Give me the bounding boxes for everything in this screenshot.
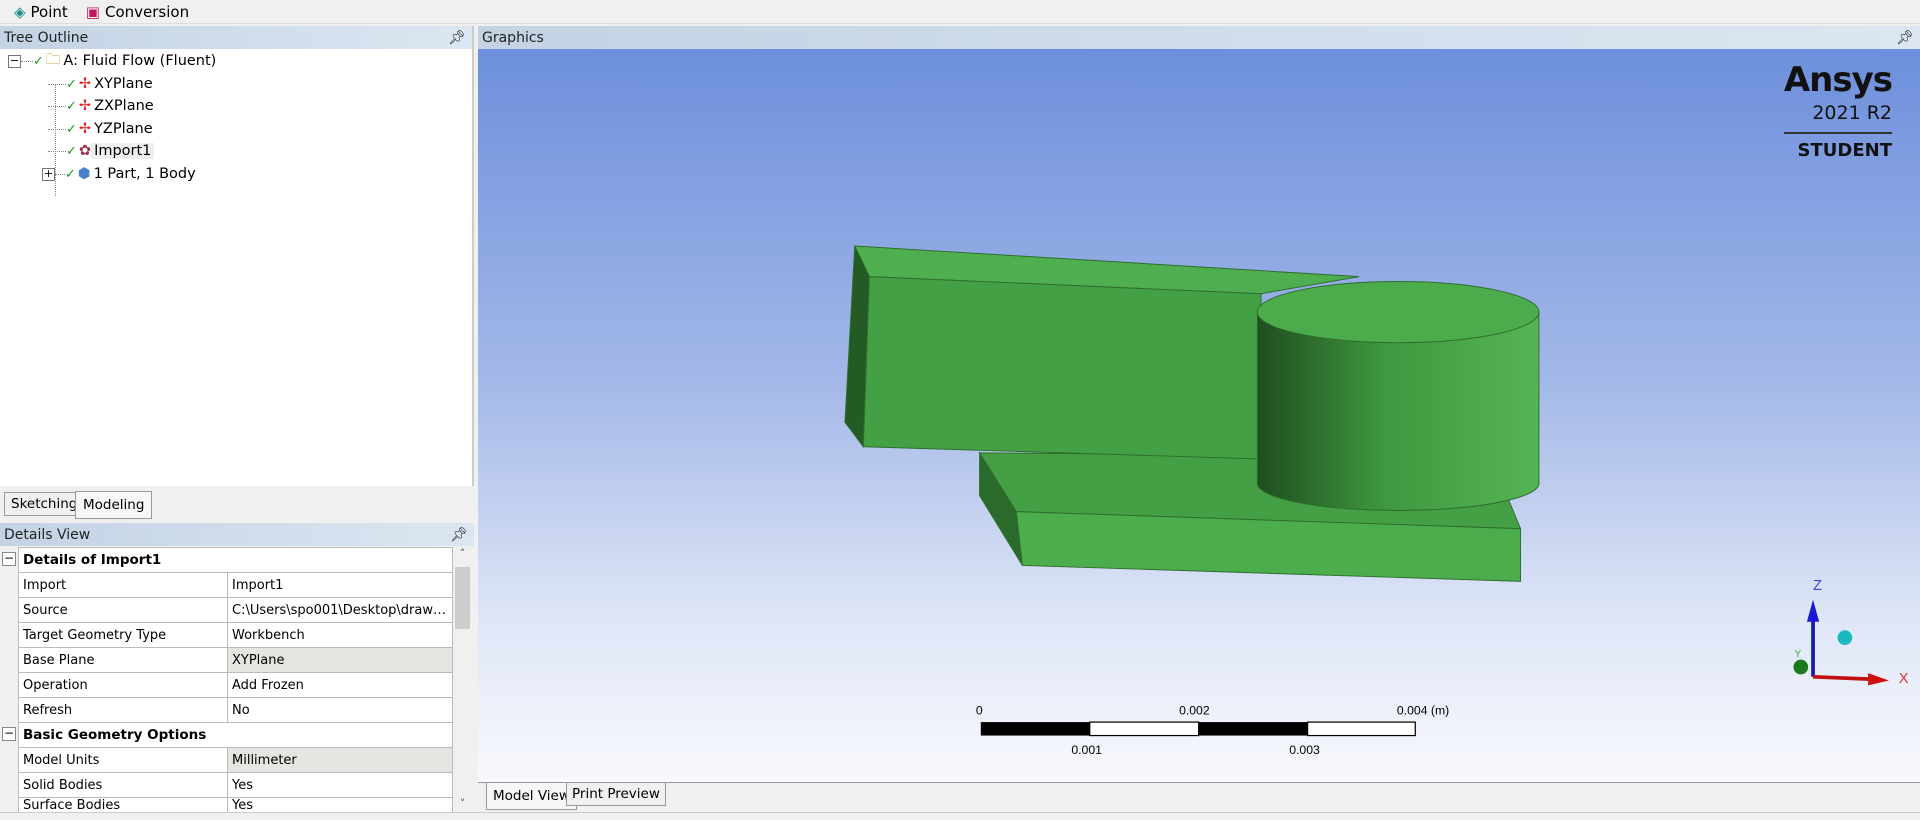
tree-item-import1[interactable]: ✓ ✿ Import1 (48, 140, 155, 162)
table-row[interactable]: Solid Bodies Yes (18, 772, 453, 798)
scroll-thumb[interactable] (455, 567, 470, 629)
table-row[interactable]: Model Units Millimeter (18, 747, 453, 773)
graphics-header: Graphics 📌︎ (478, 26, 1920, 49)
collapse-section-icon[interactable]: − (2, 727, 16, 741)
table-row[interactable]: Import Import1 (18, 572, 453, 598)
body-icon: ⬢ (77, 166, 91, 182)
table-row[interactable]: Refresh No (18, 697, 453, 723)
tree-item-yzplane[interactable]: ✓ ✢ YZPlane (48, 118, 156, 140)
details-view-panel: Details View 📌︎ Details of Import1 Import… (0, 523, 474, 814)
point-button[interactable]: ◈ Point (14, 3, 68, 21)
pin-icon[interactable]: 📌︎ (450, 527, 468, 543)
check-icon: ✓ (66, 76, 77, 92)
table-row[interactable]: Operation Add Frozen (18, 672, 453, 698)
expand-icon[interactable]: + (42, 167, 55, 181)
scroll-down-icon[interactable]: ˅ (453, 797, 472, 810)
tree-item-fluid-flow[interactable]: − ✓ 🗀 A: Fluid Flow (Fluent) (8, 50, 219, 72)
tree-connector (55, 84, 56, 196)
scroll-up-icon[interactable]: ˄ (453, 547, 472, 560)
plane-icon: ✢ (78, 121, 92, 137)
check-icon: ✓ (65, 166, 76, 182)
pin-icon[interactable]: 📌︎ (1896, 30, 1914, 46)
graphics-viewport[interactable] (478, 49, 1920, 782)
details-view-header: Details View 📌︎ (0, 523, 474, 546)
ansys-logo: Ansys 2021 R2 STUDENT (1783, 60, 1893, 161)
check-icon: ✓ (66, 121, 77, 137)
tab-print-preview[interactable]: Print Preview (566, 782, 666, 806)
tree-outline-header: Tree Outline 📌︎ (0, 26, 472, 49)
table-row[interactable]: Target Geometry Type Workbench (18, 622, 453, 648)
details-scrollbar[interactable]: ˄ ˅ (453, 547, 472, 812)
tree-outline-panel: Tree Outline 📌︎ − ✓ 🗀 A: Fluid Flow (Fluent)… (0, 26, 474, 486)
details-table: Details of Import1 Import Import1 Source C… (18, 547, 453, 814)
check-icon: ✓ (33, 53, 44, 69)
table-row[interactable]: Source C:\Users\spo001\Desktop\drawing ..… (18, 597, 453, 623)
check-icon: ✓ (66, 98, 77, 114)
tree-item-zxplane[interactable]: ✓ ✢ ZXPlane (48, 95, 157, 117)
tab-modeling[interactable]: Modeling (75, 491, 153, 519)
check-icon: ✓ (66, 143, 77, 159)
tree-item-parts[interactable]: + ✓ ⬢ 1 Part, 1 Body (42, 163, 199, 185)
tab-sketching[interactable]: Sketching (4, 492, 85, 516)
pin-icon[interactable]: 📌︎ (448, 30, 466, 46)
conversion-button[interactable]: ▣ Conversion (86, 3, 189, 21)
status-bar (0, 812, 1920, 820)
tab-model-view[interactable]: Model View (486, 782, 577, 810)
plane-icon: ✢ (78, 98, 92, 114)
conversion-icon: ▣ (85, 2, 100, 21)
toolbar: ◈ Point ▣ Conversion (0, 0, 1920, 24)
section-header[interactable]: Basic Geometry Options (18, 722, 453, 748)
tree-item-xyplane[interactable]: ✓ ✢ XYPlane (48, 73, 156, 95)
section-header[interactable]: Details of Import1 (18, 547, 453, 573)
graphics-tabs: Model View Print Preview (478, 782, 1920, 810)
table-row[interactable]: Base Plane XYPlane (18, 647, 453, 673)
mode-tabs: Sketching Modeling (0, 488, 474, 519)
collapse-icon[interactable]: − (8, 54, 21, 68)
collapse-section-icon[interactable]: − (2, 552, 16, 566)
plane-icon: ✢ (78, 76, 92, 92)
folder-icon: 🗀 (45, 51, 61, 68)
import-icon: ✿ (78, 143, 92, 159)
point-icon: ◈ (14, 2, 26, 21)
